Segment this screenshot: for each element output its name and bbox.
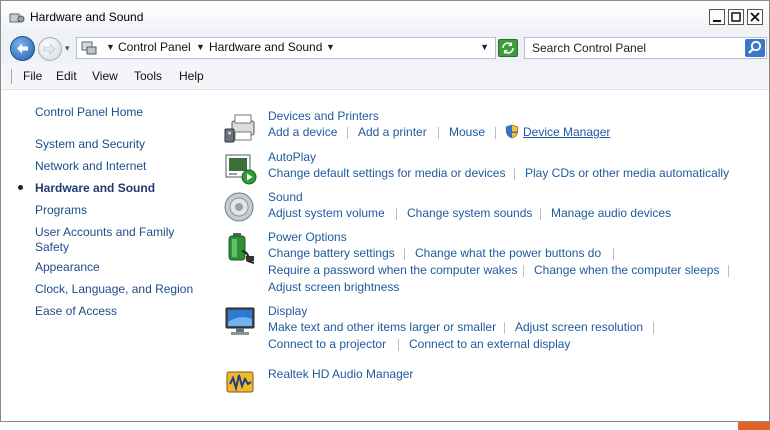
connect-to-projector-link[interactable]: Connect to a projector <box>268 337 386 351</box>
menu-file[interactable]: File <box>23 69 42 83</box>
sound-title[interactable]: Sound <box>268 190 303 204</box>
nav-hardware-and-sound[interactable]: Hardware and Sound <box>35 181 155 196</box>
background-page-strip <box>0 422 770 430</box>
link-separator <box>404 248 405 260</box>
menu-view[interactable]: View <box>92 69 118 83</box>
minimize-button[interactable] <box>709 9 725 25</box>
change-power-buttons-link[interactable]: Change what the power buttons do <box>415 246 601 260</box>
link-separator <box>540 208 541 220</box>
devices-printers-icon[interactable] <box>224 111 258 145</box>
close-button[interactable] <box>747 9 763 25</box>
minimize-icon <box>713 20 721 22</box>
devices-and-printers-title[interactable]: Devices and Printers <box>268 109 379 123</box>
mouse-link[interactable]: Mouse <box>449 125 485 139</box>
add-a-printer-link[interactable]: Add a printer <box>358 125 427 139</box>
connect-external-display-link[interactable]: Connect to an external display <box>409 337 570 351</box>
breadcrumb-control-panel[interactable]: Control Panel <box>118 40 191 54</box>
maximize-icon <box>731 12 741 22</box>
control-panel-home-link[interactable]: Control Panel Home <box>35 105 143 120</box>
manage-audio-devices-link[interactable]: Manage audio devices <box>551 206 671 220</box>
window-title: Hardware and Sound <box>30 10 144 24</box>
control-panel-icon <box>81 41 97 55</box>
realtek-hd-audio-manager-title[interactable]: Realtek HD Audio Manager <box>268 367 413 381</box>
change-battery-settings-link[interactable]: Change battery settings <box>268 246 395 260</box>
link-separator <box>653 322 654 334</box>
add-a-device-link[interactable]: Add a device <box>268 125 337 139</box>
crumb-separator-icon[interactable]: ▼ <box>196 42 205 52</box>
display-icon[interactable] <box>224 305 258 339</box>
link-separator <box>347 127 348 139</box>
link-separator <box>438 127 439 139</box>
nav-clock-language-region[interactable]: Clock, Language, and Region <box>35 282 193 297</box>
link-separator <box>495 127 496 139</box>
menu-bar: File Edit View Tools Help <box>1 63 769 90</box>
realtek-audio-icon[interactable] <box>224 366 258 400</box>
link-separator <box>396 208 397 220</box>
search-box[interactable] <box>524 37 767 59</box>
address-bar[interactable]: ▼ Control Panel ▼ Hardware and Sound ▼ ▼ <box>76 37 496 59</box>
change-default-media-settings-link[interactable]: Change default settings for media or dev… <box>268 166 505 180</box>
menu-edit[interactable]: Edit <box>56 69 77 83</box>
nav-system-and-security[interactable]: System and Security <box>35 137 145 152</box>
active-nav-bullet <box>18 185 23 190</box>
link-separator <box>728 265 729 277</box>
change-system-sounds-link[interactable]: Change system sounds <box>407 206 532 220</box>
adjust-screen-brightness-link[interactable]: Adjust screen brightness <box>268 280 399 294</box>
autoplay-title[interactable]: AutoPlay <box>268 150 316 164</box>
nav-ease-of-access[interactable]: Ease of Access <box>35 304 117 319</box>
search-input[interactable] <box>525 38 743 58</box>
background-badge <box>738 422 770 430</box>
back-arrow-icon <box>17 43 28 54</box>
link-separator <box>514 168 515 180</box>
crumb-separator-icon[interactable]: ▼ <box>106 42 115 52</box>
nav-programs[interactable]: Programs <box>35 203 87 218</box>
close-icon <box>750 12 760 22</box>
search-icon <box>748 40 762 54</box>
forward-arrow-icon <box>43 43 56 55</box>
require-password-on-wake-link[interactable]: Require a password when the computer wak… <box>268 263 517 277</box>
address-dropdown-icon[interactable]: ▼ <box>480 42 489 52</box>
make-text-larger-link[interactable]: Make text and other items larger or smal… <box>268 320 496 334</box>
refresh-button[interactable] <box>498 39 518 57</box>
nav-network-and-internet[interactable]: Network and Internet <box>35 159 146 174</box>
change-sleep-time-link[interactable]: Change when the computer sleeps <box>534 263 719 277</box>
control-panel-window: Hardware and Sound ▾ ▼ Control Panel ▼ H… <box>0 0 770 422</box>
link-separator <box>504 322 505 334</box>
back-button[interactable] <box>10 36 35 61</box>
refresh-icon <box>502 42 514 54</box>
link-separator <box>613 248 614 260</box>
maximize-button[interactable] <box>728 9 744 25</box>
forward-button[interactable] <box>38 37 62 61</box>
menu-grip <box>11 69 12 84</box>
display-title[interactable]: Display <box>268 304 307 318</box>
nav-user-accounts[interactable]: User Accounts and Family Safety <box>35 225 185 255</box>
menu-tools[interactable]: Tools <box>134 69 162 83</box>
sound-icon[interactable] <box>224 191 258 225</box>
device-manager-link[interactable]: Device Manager <box>523 125 610 139</box>
autoplay-icon[interactable] <box>224 152 258 186</box>
hardware-sound-icon <box>9 13 25 23</box>
link-separator <box>523 265 524 277</box>
power-options-icon[interactable] <box>224 231 258 265</box>
menu-help[interactable]: Help <box>179 69 204 83</box>
title-bar: Hardware and Sound <box>1 1 769 34</box>
navigation-bar: ▾ ▼ Control Panel ▼ Hardware and Sound ▼… <box>1 34 769 63</box>
play-cds-automatically-link[interactable]: Play CDs or other media automatically <box>525 166 729 180</box>
nav-appearance[interactable]: Appearance <box>35 260 100 275</box>
crumb-separator-icon[interactable]: ▼ <box>326 42 335 52</box>
power-options-title[interactable]: Power Options <box>268 230 347 244</box>
search-button[interactable] <box>745 39 765 57</box>
recent-pages-dropdown[interactable]: ▾ <box>65 43 70 54</box>
adjust-system-volume-link[interactable]: Adjust system volume <box>268 206 385 220</box>
adjust-screen-resolution-link[interactable]: Adjust screen resolution <box>515 320 643 334</box>
link-separator <box>398 339 399 351</box>
uac-shield-icon <box>505 124 519 139</box>
breadcrumb-hardware-and-sound[interactable]: Hardware and Sound <box>209 40 322 54</box>
